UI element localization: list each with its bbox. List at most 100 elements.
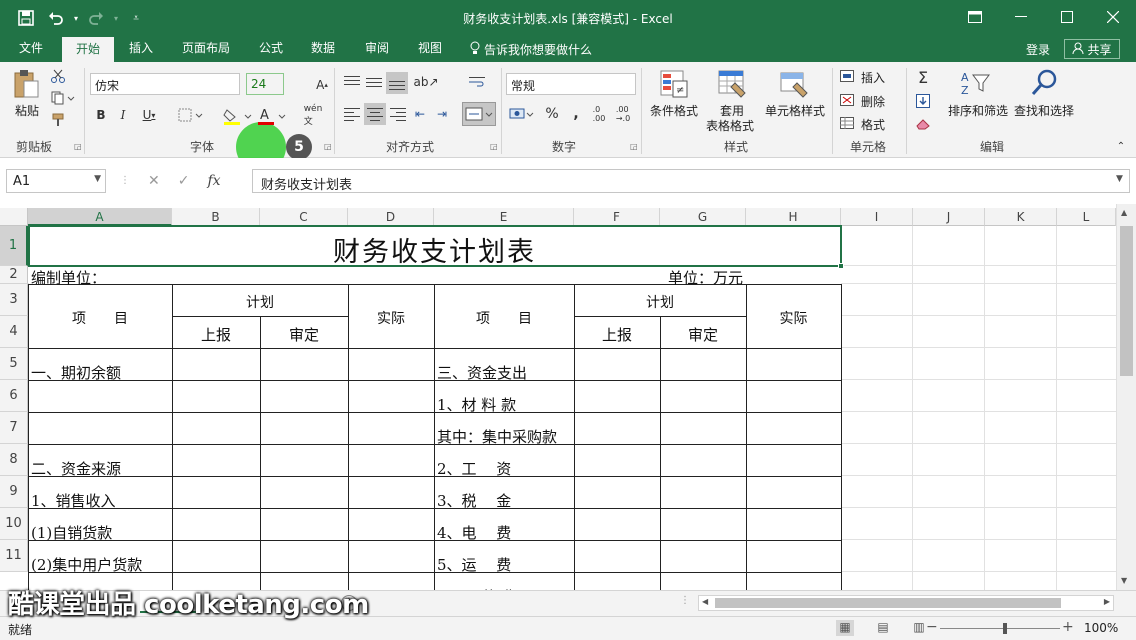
right-item[interactable]: 2、工 资	[437, 458, 511, 479]
cell-styles-button[interactable]: 单元格样式	[762, 102, 828, 119]
zoom-level[interactable]: 100%	[1084, 621, 1118, 635]
row-header-11[interactable]: 11	[0, 540, 28, 572]
horizontal-scroll-thumb[interactable]	[715, 598, 1061, 608]
column-header-g[interactable]: G	[660, 208, 746, 226]
column-header-c[interactable]: C	[260, 208, 348, 226]
tab-page-layout[interactable]: 页面布局	[174, 36, 238, 62]
unit-right[interactable]: 单位：万元	[668, 267, 743, 288]
resize-handle-icon[interactable]: ⋮	[120, 175, 130, 186]
align-top-icon[interactable]	[342, 72, 362, 92]
insert-function-icon[interactable]: fx	[207, 173, 220, 189]
close-icon[interactable]	[1090, 0, 1136, 34]
right-item[interactable]: 3、税 金	[437, 490, 511, 511]
merge-center-icon[interactable]	[462, 102, 496, 126]
column-header-l[interactable]: L	[1057, 208, 1116, 226]
row-header-4[interactable]: 4	[0, 316, 28, 348]
sort-filter-icon[interactable]: AZ	[958, 68, 992, 98]
header-report-left[interactable]: 上报	[172, 324, 260, 345]
conditional-format-icon[interactable]: ≠	[658, 68, 690, 100]
ribbon-display-icon[interactable]	[952, 0, 998, 34]
tab-formulas[interactable]: 公式	[248, 36, 294, 62]
column-header-e[interactable]: E	[434, 208, 574, 226]
right-item[interactable]: 5、运 费	[437, 554, 511, 575]
header-item-left[interactable]: 项 目	[28, 308, 172, 328]
align-bottom-icon[interactable]	[386, 72, 408, 94]
clipboard-launcher-icon[interactable]: ◲	[74, 142, 82, 151]
scroll-down-icon[interactable]: ▼	[1121, 576, 1127, 585]
header-item-right[interactable]: 项 目	[434, 308, 574, 328]
delete-cells-button[interactable]: 删除	[858, 93, 888, 110]
decrease-decimal-icon[interactable]: .00 →.0	[612, 104, 634, 124]
header-plan-right[interactable]: 计划	[574, 292, 746, 312]
header-actual-right[interactable]: 实际	[746, 308, 841, 328]
clear-icon[interactable]	[912, 115, 934, 133]
row-header-3[interactable]: 3	[0, 284, 28, 316]
row-header-5[interactable]: 5	[0, 348, 28, 380]
increase-font-icon[interactable]: A ▴	[314, 76, 330, 94]
enter-icon[interactable]: ✓	[178, 173, 190, 189]
header-report-right[interactable]: 上报	[574, 324, 660, 345]
right-item[interactable]: 三、资金支出	[437, 362, 527, 383]
autosum-icon[interactable]: Σ	[912, 68, 934, 87]
accounting-format-icon[interactable]	[508, 104, 536, 124]
copy-icon[interactable]	[48, 90, 78, 106]
align-center-icon[interactable]	[364, 103, 386, 125]
font-launcher-icon[interactable]: ◲	[324, 142, 332, 151]
format-painter-icon[interactable]	[48, 112, 68, 128]
row-header-1[interactable]: 1	[0, 226, 28, 266]
right-item[interactable]: 其中：集中采购款	[437, 426, 557, 447]
row-header-10[interactable]: 10	[0, 508, 28, 540]
right-item[interactable]: 1、材 料 款	[437, 394, 516, 415]
row-header-7[interactable]: 7	[0, 412, 28, 444]
bold-icon[interactable]: B	[92, 106, 110, 124]
tab-file[interactable]: 文件	[8, 36, 54, 62]
header-approve-left[interactable]: 审定	[260, 324, 348, 345]
left-item[interactable]: (1)自销货款	[31, 522, 112, 543]
comma-style-icon[interactable]: ,	[566, 104, 586, 124]
header-plan-left[interactable]: 计划	[172, 292, 348, 312]
font-color-icon[interactable]: A	[256, 106, 288, 126]
zoom-in-icon[interactable]: +	[1062, 619, 1074, 635]
font-size-box[interactable]: 24	[246, 73, 284, 95]
align-right-icon[interactable]	[388, 104, 408, 124]
wrap-text-icon[interactable]	[462, 72, 492, 92]
font-name-box[interactable]: 仿宋	[90, 73, 240, 95]
insert-cells-icon[interactable]	[838, 68, 856, 84]
fill-icon[interactable]	[912, 92, 934, 110]
number-launcher-icon[interactable]: ◲	[630, 142, 638, 151]
worksheet-grid[interactable]: A B C D E F G H I J K L 1 2 3 4 5 6 7 8 9 10 11 财务收支计划表 编制单位： 单位：…	[0, 204, 1136, 590]
increase-indent-icon[interactable]: ⇥	[432, 104, 452, 124]
align-left-icon[interactable]	[342, 104, 362, 124]
right-item[interactable]: 4、电 费	[437, 522, 511, 543]
find-select-icon[interactable]	[1028, 68, 1060, 98]
name-box[interactable]: A1 ▼	[6, 169, 106, 193]
increase-decimal-icon[interactable]: .0.00	[588, 104, 610, 124]
tell-me-box[interactable]: 告诉我你想要做什么	[470, 41, 592, 58]
tab-split-icon[interactable]: ⋮	[680, 595, 690, 606]
cancel-icon[interactable]: ✕	[148, 173, 160, 189]
column-header-i[interactable]: I	[841, 208, 913, 226]
delete-cells-icon[interactable]	[838, 92, 856, 108]
cut-icon[interactable]	[48, 68, 68, 84]
vertical-scroll-thumb[interactable]	[1120, 226, 1133, 376]
underline-icon[interactable]: U ▾	[136, 106, 162, 124]
zoom-out-icon[interactable]: −	[926, 619, 938, 635]
row-header-2[interactable]: 2	[0, 266, 28, 284]
left-item[interactable]: 一、期初余额	[31, 362, 121, 383]
phonetic-icon[interactable]: wén 文	[298, 104, 328, 127]
column-header-a[interactable]: A	[28, 208, 172, 226]
fill-color-icon[interactable]	[222, 106, 254, 126]
number-format-box[interactable]: 常规	[506, 73, 636, 95]
find-select-button[interactable]: 查找和选择	[1012, 102, 1076, 119]
row-header-6[interactable]: 6	[0, 380, 28, 412]
italic-icon[interactable]: I	[114, 106, 132, 124]
normal-view-icon[interactable]: ▦	[836, 620, 854, 636]
tab-review[interactable]: 审阅	[354, 36, 400, 62]
minimize-icon[interactable]	[998, 0, 1044, 34]
scroll-left-icon[interactable]: ◀	[702, 597, 708, 606]
tab-home[interactable]: 开始	[62, 36, 114, 62]
cell-styles-icon[interactable]	[778, 68, 810, 100]
left-item[interactable]: 1、销售收入	[31, 490, 116, 511]
login-link[interactable]: 登录	[1026, 41, 1050, 58]
paste-button[interactable]: 粘贴	[10, 102, 44, 119]
